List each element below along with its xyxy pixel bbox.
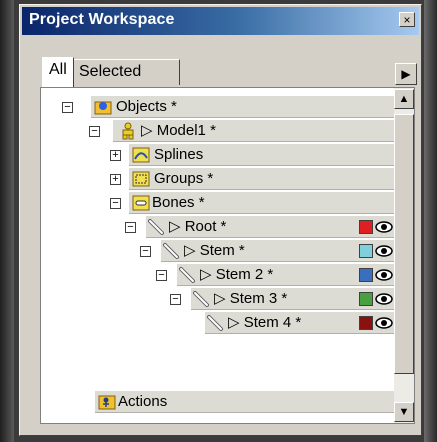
background-shadow-right [424, 0, 437, 442]
tab-strip: All Selected ▶ [30, 53, 417, 87]
tree-item-label: Bones * [152, 194, 205, 211]
bone-color-swatch[interactable] [359, 292, 373, 306]
tree-item-label: ▷ Stem 2 * [200, 266, 274, 283]
tree-item-label: Objects * [116, 98, 177, 115]
bone-icon [148, 219, 164, 235]
objects-folder-icon [94, 101, 112, 115]
eye-icon[interactable] [375, 219, 393, 235]
bone-color-swatch[interactable] [359, 244, 373, 258]
expand-toggle[interactable]: + [110, 174, 121, 185]
bone-icon [193, 291, 209, 307]
tree-item-model1[interactable]: − ▷ Model1 * [41, 119, 394, 143]
close-button[interactable]: × [399, 12, 415, 27]
tree-item-label: ▷ Root * [169, 218, 227, 235]
title-bar[interactable]: Project Workspace × [22, 7, 419, 35]
collapse-toggle[interactable]: − [140, 246, 151, 257]
project-workspace-panel: Project Workspace × All Selected ▶ − Obj… [19, 4, 422, 436]
eye-icon[interactable] [375, 291, 393, 307]
tree-item-splines[interactable]: + Splines [41, 143, 394, 167]
splines-icon [132, 147, 150, 163]
tree-item-label: ▷ Stem 4 * [228, 314, 302, 331]
bones-icon [132, 195, 150, 211]
bone-color-swatch[interactable] [359, 220, 373, 234]
eye-icon[interactable] [375, 267, 393, 283]
tree-item-stem-3[interactable]: − ▷ Stem 3 * [41, 287, 394, 311]
bone-color-swatch[interactable] [359, 268, 373, 282]
tree-item-stem-2[interactable]: − ▷ Stem 2 * [41, 263, 394, 287]
eye-icon[interactable] [375, 315, 393, 331]
tree-item-label: Splines [154, 146, 204, 163]
tab-selected[interactable]: Selected [72, 59, 180, 85]
collapse-toggle[interactable]: − [110, 198, 121, 209]
tree-item-label: Groups * [154, 170, 214, 187]
tree-item-stem[interactable]: − ▷ Stem * [41, 239, 394, 263]
bone-icon [179, 267, 195, 283]
tree-item-root[interactable]: − ▷ Root * [41, 215, 394, 239]
expand-toggle[interactable]: + [110, 150, 121, 161]
bone-color-swatch[interactable] [359, 316, 373, 330]
tree-item-objects[interactable]: − Objects * [41, 95, 394, 119]
eye-icon[interactable] [375, 243, 393, 259]
collapse-toggle[interactable]: − [89, 126, 100, 137]
tree-item-label: ▷ Stem * [184, 242, 245, 259]
model-figure-icon [122, 122, 134, 140]
tree-item-label: ▷ Stem 3 * [214, 290, 288, 307]
tab-all[interactable]: All [42, 57, 74, 87]
collapse-toggle[interactable]: − [62, 102, 73, 113]
tree-item-groups[interactable]: + Groups * [41, 167, 394, 191]
scroll-up-button[interactable]: ▲ [394, 89, 414, 109]
bone-icon [207, 315, 223, 331]
tree-item-label: Actions [118, 393, 168, 410]
bone-icon [163, 243, 179, 259]
tree-item-label: ▷ Model1 * [141, 122, 216, 139]
collapse-toggle[interactable]: − [125, 222, 136, 233]
tree-item-actions[interactable]: Actions [41, 390, 394, 414]
tree-view: − Objects * − ▷ Model1 * + Splines + Gro… [40, 87, 415, 424]
actions-icon [98, 395, 116, 410]
tab-scroll-right-button[interactable]: ▶ [395, 63, 417, 85]
tree-item-stem-4[interactable]: ▷ Stem 4 * [41, 311, 394, 335]
collapse-toggle[interactable]: − [170, 294, 181, 305]
tree-item-bones[interactable]: − Bones * [41, 191, 394, 215]
scroll-down-button[interactable]: ▼ [394, 402, 414, 422]
groups-icon [132, 171, 150, 187]
window-title: Project Workspace [29, 11, 175, 28]
scroll-thumb[interactable] [394, 114, 414, 374]
vertical-scrollbar[interactable]: ▲ ▼ [394, 88, 414, 423]
collapse-toggle[interactable]: − [156, 270, 167, 281]
background-shadow-left [0, 0, 14, 442]
